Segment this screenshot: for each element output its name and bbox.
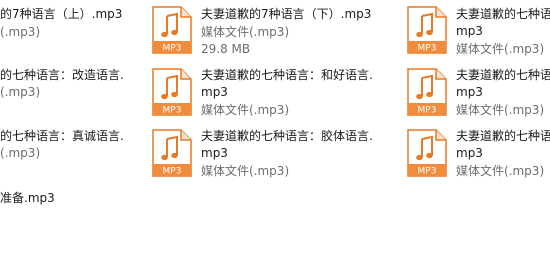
file-type: (.mp3) [0,85,41,99]
file-type: (.mp3) [0,25,41,39]
file-name: 的七种语言：改造语言. [0,68,124,82]
file-name: 夫妻道歉的7种语言（下）.mp3 [201,7,372,21]
file-name: 夫妻道歉的七种语 [456,7,550,21]
icon-badge: MP3 [163,44,182,54]
file-type: 媒体文件(.mp3) [201,164,290,178]
file-name-line2: mp3 [456,146,483,160]
file-name-line2: mp3 [201,146,228,160]
file-type: 媒体文件(.mp3) [201,103,290,117]
music-note-icon: MP3 [407,6,447,54]
file-type: 媒体文件(.mp3) [201,25,290,39]
music-note-icon: MP3 [407,68,447,116]
music-note-icon: MP3 [152,68,192,116]
file-name: 夫妻道歉的七种语言：和好语言. [201,68,373,82]
file-type: 媒体文件(.mp3) [456,164,545,178]
file-name: 的七种语言：真诚语言. [0,129,124,143]
file-name: 夫妻道歉的七种语言：胶体语言. [201,129,373,143]
icon-badge: MP3 [418,106,437,116]
music-note-icon: MP3 [152,129,192,177]
file-name: 夫妻道歉的七种语 [456,68,550,82]
icon-badge: MP3 [163,106,182,116]
file-name: 夫妻道歉的七种语 [456,129,550,143]
icon-badge: MP3 [418,44,437,54]
file-size: 29.8 MB [201,42,251,56]
file-name: 准备.mp3 [0,191,55,205]
file-type: 媒体文件(.mp3) [456,42,545,56]
file-type: (.mp3) [0,146,41,160]
file-name-line2: mp3 [456,85,483,99]
file-name: 的7种语言（上）.mp3 [0,7,123,21]
music-note-icon: MP3 [152,6,192,54]
icon-badge: MP3 [418,167,437,177]
file-name-line2: mp3 [201,85,228,99]
icon-badge: MP3 [163,167,182,177]
file-type: 媒体文件(.mp3) [456,103,545,117]
file-name-line2: mp3 [456,24,483,38]
music-note-icon: MP3 [407,129,447,177]
